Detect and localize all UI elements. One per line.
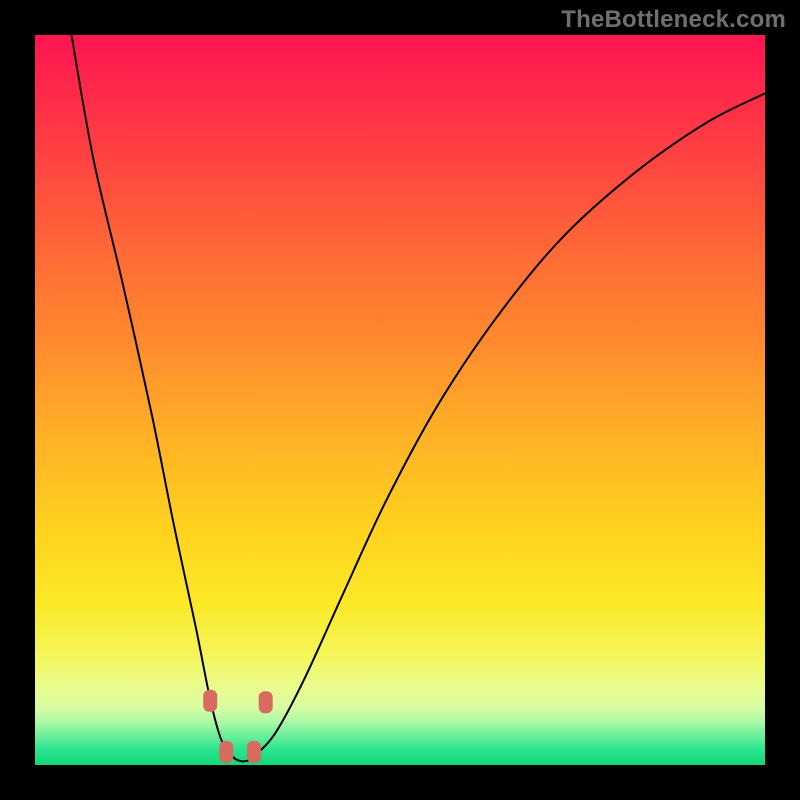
curve-layer [35,35,765,765]
plot-area [35,35,765,765]
chart-frame: TheBottleneck.com [0,0,800,800]
curve-marker [219,741,233,763]
curve-marker [247,741,261,763]
curve-marker [259,691,273,713]
curve-marker [203,690,217,712]
watermark-text: TheBottleneck.com [561,6,786,34]
bottleneck-curve [72,35,766,761]
marker-group [203,690,272,763]
